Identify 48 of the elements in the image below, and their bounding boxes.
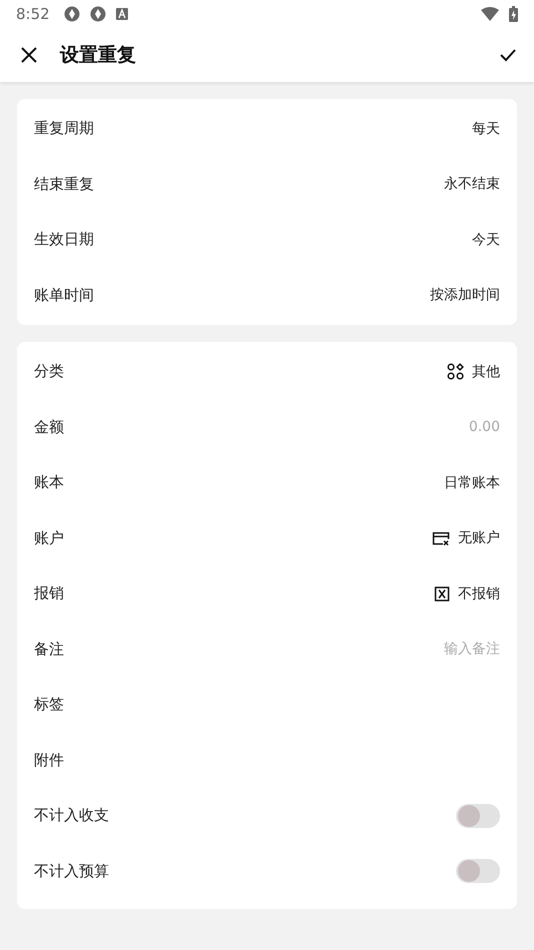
row-value: 其他	[472, 362, 500, 381]
row-label: 结束重复	[34, 174, 94, 194]
row-label: 标签	[34, 695, 64, 714]
settings-row[interactable]: 附件	[17, 732, 517, 788]
row-label: 账本	[34, 473, 64, 492]
battery-icon	[509, 6, 518, 22]
row-label: 不计入收支	[34, 806, 109, 826]
row-value: 今天	[472, 230, 500, 249]
aperture-icon	[64, 6, 80, 22]
settings-row[interactable]: 报销 不报销	[17, 566, 517, 622]
row-label: 附件	[34, 750, 64, 770]
row-label: 备注	[34, 640, 64, 659]
card-icon	[432, 530, 450, 546]
row-label: 分类	[34, 362, 64, 382]
settings-row[interactable]: 账单时间 按添加时间	[17, 268, 517, 323]
settings-row[interactable]: 重复周期 每天	[17, 101, 517, 156]
settings-row[interactable]: 金额 0.00	[17, 400, 517, 455]
settings-row[interactable]: 标签	[17, 677, 517, 732]
receipt-icon	[434, 586, 450, 602]
status-time: 8:52	[16, 5, 50, 23]
toggle-switch[interactable]	[456, 804, 500, 828]
toggle-switch[interactable]	[456, 859, 500, 884]
category-icon	[447, 363, 464, 380]
settings-row[interactable]: 备注 输入备注	[17, 622, 517, 677]
settings-row[interactable]: 不计入预算	[17, 844, 517, 899]
row-label: 重复周期	[34, 119, 94, 138]
row-value: 无账户	[458, 529, 500, 548]
row-label: 生效日期	[34, 230, 94, 250]
row-value: 不报销	[458, 584, 500, 603]
row-label: 账户	[34, 528, 64, 548]
app-icon	[116, 8, 128, 20]
settings-row[interactable]: 账户 无账户	[17, 510, 517, 566]
row-value: 永不结束	[444, 175, 500, 194]
row-value: 日常账本	[444, 474, 500, 492]
settings-row[interactable]: 分类 其他	[17, 344, 517, 400]
settings-row[interactable]: 生效日期 今天	[17, 212, 517, 268]
settings-row[interactable]: 不计入收支	[17, 788, 517, 844]
row-label: 不计入预算	[34, 862, 109, 881]
row-label: 账单时间	[34, 286, 94, 305]
settings-row[interactable]: 结束重复 永不结束	[17, 156, 517, 212]
row-value: 每天	[472, 120, 500, 138]
row-label: 报销	[34, 584, 64, 604]
aperture-icon	[90, 6, 106, 22]
row-label: 金额	[34, 418, 64, 437]
page-title: 设置重复	[60, 43, 137, 68]
wifi-icon	[481, 7, 499, 21]
row-value: 按添加时间	[430, 286, 500, 304]
settings-row[interactable]: 账本 日常账本	[17, 455, 517, 510]
